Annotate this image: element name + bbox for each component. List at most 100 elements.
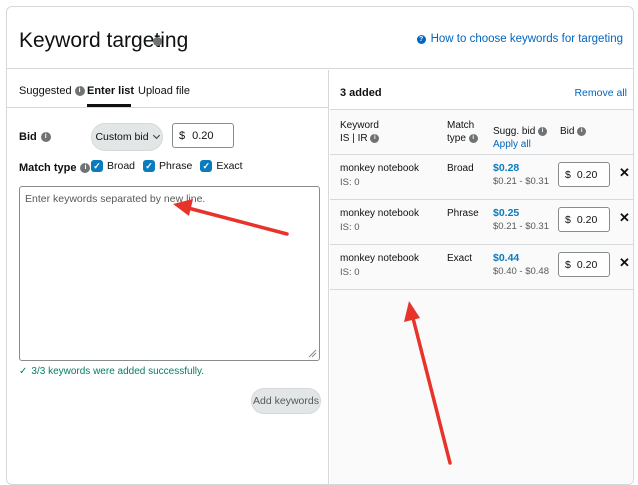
- row-bid-input[interactable]: $ 0.20: [558, 252, 610, 277]
- column-keyword: Keyword IS | IR i: [340, 119, 380, 145]
- help-link-label: How to choose keywords for targeting: [430, 33, 623, 45]
- keyword-entry-panel: Suggested i Enter list Upload file Bid i…: [7, 70, 329, 484]
- sugg-bid-range: $0.21 - $0.31: [493, 176, 549, 187]
- keyword-text: monkey notebook: [340, 253, 419, 264]
- row-bid-value: 0.20: [576, 213, 598, 226]
- info-icon[interactable]: i: [577, 126, 587, 136]
- keyword-cell: monkey notebook IS: 0: [340, 162, 419, 190]
- impression-share: IS: 0: [340, 222, 360, 233]
- tab-enter-list[interactable]: Enter list: [87, 85, 134, 97]
- tab-suggested[interactable]: Suggested i: [19, 85, 85, 97]
- bid-label-text: Bid: [19, 131, 37, 143]
- column-bid-label: Bid: [560, 126, 575, 137]
- row-bid-value: 0.20: [576, 258, 598, 271]
- column-bid: Bid i: [560, 125, 587, 138]
- column-sugg-bid: Sugg. bid i Apply all: [493, 125, 548, 151]
- added-count: 3 added: [340, 87, 382, 99]
- info-icon[interactable]: i: [74, 86, 85, 96]
- added-header: 3 added Remove all: [330, 70, 633, 110]
- match-type-label-text: Match type: [19, 162, 77, 174]
- checkmark-icon: ✓: [143, 160, 156, 172]
- column-keyword-sub-label: IS | IR: [340, 133, 368, 144]
- column-match-label: Match: [447, 120, 475, 131]
- sugg-bid-cell: $0.28 $0.21 - $0.31: [493, 161, 549, 189]
- match-type-cell: Broad: [447, 163, 474, 174]
- keyword-cell: monkey notebook IS: 0: [340, 207, 419, 235]
- column-match-sub: type i: [447, 132, 478, 145]
- match-type-label: Match type i: [19, 162, 91, 174]
- tab-bar: Suggested i Enter list Upload file: [7, 70, 328, 108]
- chevron-down-icon: [152, 131, 160, 140]
- bid-input-value: 0.20: [192, 129, 214, 142]
- sugg-bid-range: $0.21 - $0.31: [493, 221, 549, 232]
- info-icon[interactable]: [153, 37, 162, 46]
- currency-symbol: $: [565, 258, 571, 271]
- column-match-sub-label: type: [447, 133, 466, 144]
- keywords-textarea[interactable]: Enter keywords separated by new line.: [19, 186, 320, 361]
- column-sugg-label-row: Sugg. bid i: [493, 125, 548, 138]
- checkmark-icon: ✓: [200, 160, 213, 172]
- remove-all-link[interactable]: Remove all: [574, 87, 627, 99]
- info-icon[interactable]: i: [468, 133, 478, 143]
- currency-symbol: $: [565, 168, 571, 181]
- bid-type-dropdown[interactable]: Custom bid: [91, 123, 163, 151]
- help-link[interactable]: ? How to choose keywords for targeting: [416, 33, 623, 45]
- sugg-bid-value[interactable]: $0.28: [493, 161, 549, 175]
- column-match-type: Match type i: [447, 119, 478, 145]
- checkbox-label: Phrase: [159, 160, 193, 172]
- remove-icon[interactable]: ✕: [619, 255, 630, 271]
- row-bid-input[interactable]: $ 0.20: [558, 162, 610, 187]
- column-keyword-sub: IS | IR i: [340, 132, 380, 145]
- keyword-text: monkey notebook: [340, 163, 419, 174]
- sugg-bid-cell: $0.44 $0.40 - $0.48: [493, 251, 549, 279]
- impression-share: IS: 0: [340, 177, 360, 188]
- checkbox-broad[interactable]: ✓ Broad: [91, 160, 135, 172]
- currency-symbol: $: [179, 129, 186, 142]
- card-header: Keyword targeting ? How to choose keywor…: [7, 7, 633, 69]
- active-tab-indicator: [87, 104, 131, 107]
- add-keywords-button[interactable]: Add keywords: [251, 388, 321, 414]
- table-row: monkey notebook IS: 0 Phrase $0.25 $0.21…: [330, 201, 633, 245]
- table-header: Keyword IS | IR i Match type i Sugg. bid…: [330, 111, 633, 155]
- keyword-text: monkey notebook: [340, 208, 419, 219]
- row-bid-input[interactable]: $ 0.20: [558, 207, 610, 232]
- keyword-cell: monkey notebook IS: 0: [340, 252, 419, 280]
- match-type-cell: Phrase: [447, 208, 479, 219]
- added-keywords-panel: 3 added Remove all Keyword IS | IR i Mat…: [330, 70, 633, 484]
- sugg-bid-range: $0.40 - $0.48: [493, 266, 549, 277]
- bid-input[interactable]: $ 0.20: [172, 123, 234, 148]
- info-icon[interactable]: i: [370, 133, 380, 143]
- checkbox-exact[interactable]: ✓ Exact: [200, 160, 243, 172]
- table-row: monkey notebook IS: 0 Broad $0.28 $0.21 …: [330, 156, 633, 200]
- question-icon: ?: [416, 34, 426, 44]
- sugg-bid-cell: $0.25 $0.21 - $0.31: [493, 206, 549, 234]
- tab-label: Enter list: [87, 85, 135, 97]
- resize-grip-icon[interactable]: [308, 349, 317, 358]
- checkmark-icon: ✓: [91, 160, 103, 172]
- checkbox-label: Broad: [107, 160, 136, 172]
- column-keyword-label: Keyword: [340, 120, 379, 131]
- info-icon[interactable]: i: [40, 132, 51, 142]
- info-icon[interactable]: i: [538, 126, 548, 136]
- page-title: Keyword targeting: [19, 29, 189, 52]
- tab-upload-file[interactable]: Upload file: [138, 85, 190, 97]
- success-message: ✓ 3/3 keywords were added successfully.: [19, 366, 204, 377]
- tab-label: Suggested: [19, 85, 72, 97]
- bid-label: Bid i: [19, 131, 51, 143]
- keyword-targeting-card: Keyword targeting ? How to choose keywor…: [6, 6, 634, 485]
- tab-label: Upload file: [138, 85, 190, 97]
- checkbox-phrase[interactable]: ✓ Phrase: [143, 160, 192, 172]
- remove-icon[interactable]: ✕: [619, 210, 630, 226]
- match-type-checkboxes: ✓ Broad ✓ Phrase ✓ Exact: [91, 160, 243, 172]
- match-type-cell: Exact: [447, 253, 473, 264]
- info-icon[interactable]: i: [80, 163, 91, 173]
- apply-all-link[interactable]: Apply all: [493, 138, 547, 151]
- check-icon: ✓: [19, 366, 28, 377]
- sugg-bid-value[interactable]: $0.25: [493, 206, 549, 220]
- impression-share: IS: 0: [340, 267, 360, 278]
- sugg-bid-value[interactable]: $0.44: [493, 251, 549, 265]
- success-text: 3/3 keywords were added successfully.: [31, 366, 205, 377]
- remove-icon[interactable]: ✕: [619, 165, 630, 181]
- table-row: monkey notebook IS: 0 Exact $0.44 $0.40 …: [330, 246, 633, 290]
- column-sugg-label: Sugg. bid: [493, 126, 536, 137]
